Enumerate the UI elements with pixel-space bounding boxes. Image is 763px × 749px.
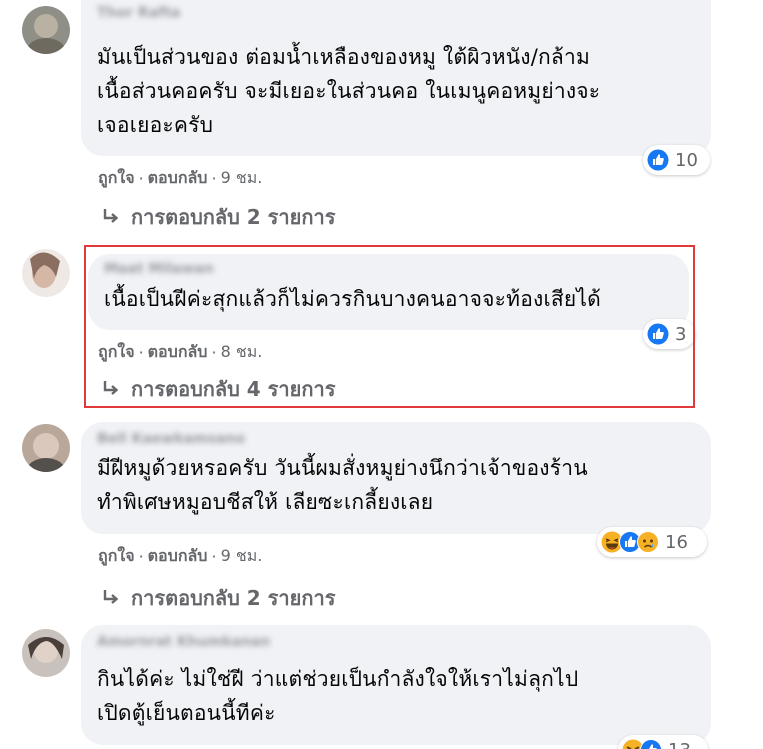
reaction-count: 16	[665, 531, 688, 553]
reaction-count: 10	[675, 149, 698, 171]
comment-actions: ถูกใจ · ตอบกลับ · 8 ชม.	[98, 340, 262, 365]
comment-bubble: Amornrat Khumkanan กินได้ค่ะ ไม่ใช่ฝี ว่…	[81, 625, 711, 745]
avatar[interactable]	[22, 424, 70, 472]
reaction-summary[interactable]: 16	[597, 527, 707, 557]
like-button[interactable]: ถูกใจ	[98, 340, 135, 365]
comments-section: Thor Rafta มันเป็นส่วนของ ต่อมน้ำเหลืองข…	[0, 0, 763, 749]
replies-label: การตอบกลับ 2 รายการ	[131, 205, 336, 229]
comment-bubble: Bell Kaewkamsano มีฝีหมูด้วยหรอครับ วันน…	[81, 422, 711, 534]
thumbs-up-icon	[647, 323, 669, 345]
reply-arrow-icon	[103, 590, 119, 604]
comment-time[interactable]: 8 ชม.	[221, 340, 263, 365]
like-button[interactable]: ถูกใจ	[98, 544, 135, 569]
sad-emoji-icon	[637, 531, 659, 553]
comment-text: มันเป็นส่วนของ ต่อมน้ำเหลืองของหมู ใต้ผิ…	[97, 45, 601, 137]
reply-arrow-icon	[103, 209, 119, 223]
comment-author[interactable]: Thor Rafta	[97, 2, 695, 24]
avatar[interactable]	[22, 6, 70, 54]
comment-text: เนื้อเป็นฝีค่ะสุกแล้วก็ไม่ควรกินบางคนอาจ…	[104, 287, 601, 311]
reaction-summary[interactable]: 3	[643, 319, 695, 349]
like-button[interactable]: ถูกใจ	[98, 166, 135, 191]
comment-text: กินได้ค่ะ ไม่ใช่ฝี ว่าแต่ช่วยเป็นกำลังใจ…	[97, 667, 579, 725]
reply-arrow-icon	[103, 381, 119, 395]
reply-button[interactable]: ตอบกลับ	[148, 544, 208, 569]
comment-actions: ถูกใจ · ตอบกลับ · 9 ชม.	[98, 544, 262, 569]
view-replies-link[interactable]: การตอบกลับ 2 รายการ	[101, 582, 335, 614]
replies-label: การตอบกลับ 2 รายการ	[131, 586, 336, 610]
reply-button[interactable]: ตอบกลับ	[148, 340, 208, 365]
separator: ·	[138, 547, 144, 566]
comment-bubble: Maat Milawan เนื้อเป็นฝีค่ะสุกแล้วก็ไม่ค…	[88, 254, 689, 330]
reaction-count: 13	[668, 740, 691, 749]
avatar[interactable]	[22, 249, 70, 297]
reaction-count: 3	[675, 323, 687, 345]
comment-author[interactable]: Bell Kaewkamsano	[97, 428, 695, 450]
thumbs-up-icon	[640, 739, 662, 749]
view-replies-link[interactable]: การตอบกลับ 4 รายการ	[101, 373, 335, 405]
avatar[interactable]	[22, 629, 70, 677]
separator: ·	[138, 343, 144, 362]
comment-bubble: Thor Rafta มันเป็นส่วนของ ต่อมน้ำเหลืองข…	[81, 0, 711, 156]
reaction-summary[interactable]: 13	[618, 735, 708, 749]
replies-label: การตอบกลับ 4 รายการ	[131, 377, 336, 401]
comment-author[interactable]: Maat Milawan	[104, 258, 673, 280]
separator: ·	[211, 547, 217, 566]
reply-button[interactable]: ตอบกลับ	[148, 166, 208, 191]
comment-author[interactable]: Amornrat Khumkanan	[97, 631, 695, 653]
comment-actions: ถูกใจ · ตอบกลับ · 9 ชม.	[98, 166, 262, 191]
comment-time[interactable]: 9 ชม.	[221, 544, 263, 569]
separator: ·	[211, 343, 217, 362]
separator: ·	[211, 169, 217, 188]
comment-text: มีฝีหมูด้วยหรอครับ วันนี้ผมสั่งหมูย่างนึ…	[97, 456, 588, 514]
view-replies-link[interactable]: การตอบกลับ 2 รายการ	[101, 201, 335, 233]
reaction-summary[interactable]: 10	[643, 145, 710, 175]
separator: ·	[138, 169, 144, 188]
comment-time[interactable]: 9 ชม.	[221, 166, 263, 191]
thumbs-up-icon	[647, 149, 669, 171]
